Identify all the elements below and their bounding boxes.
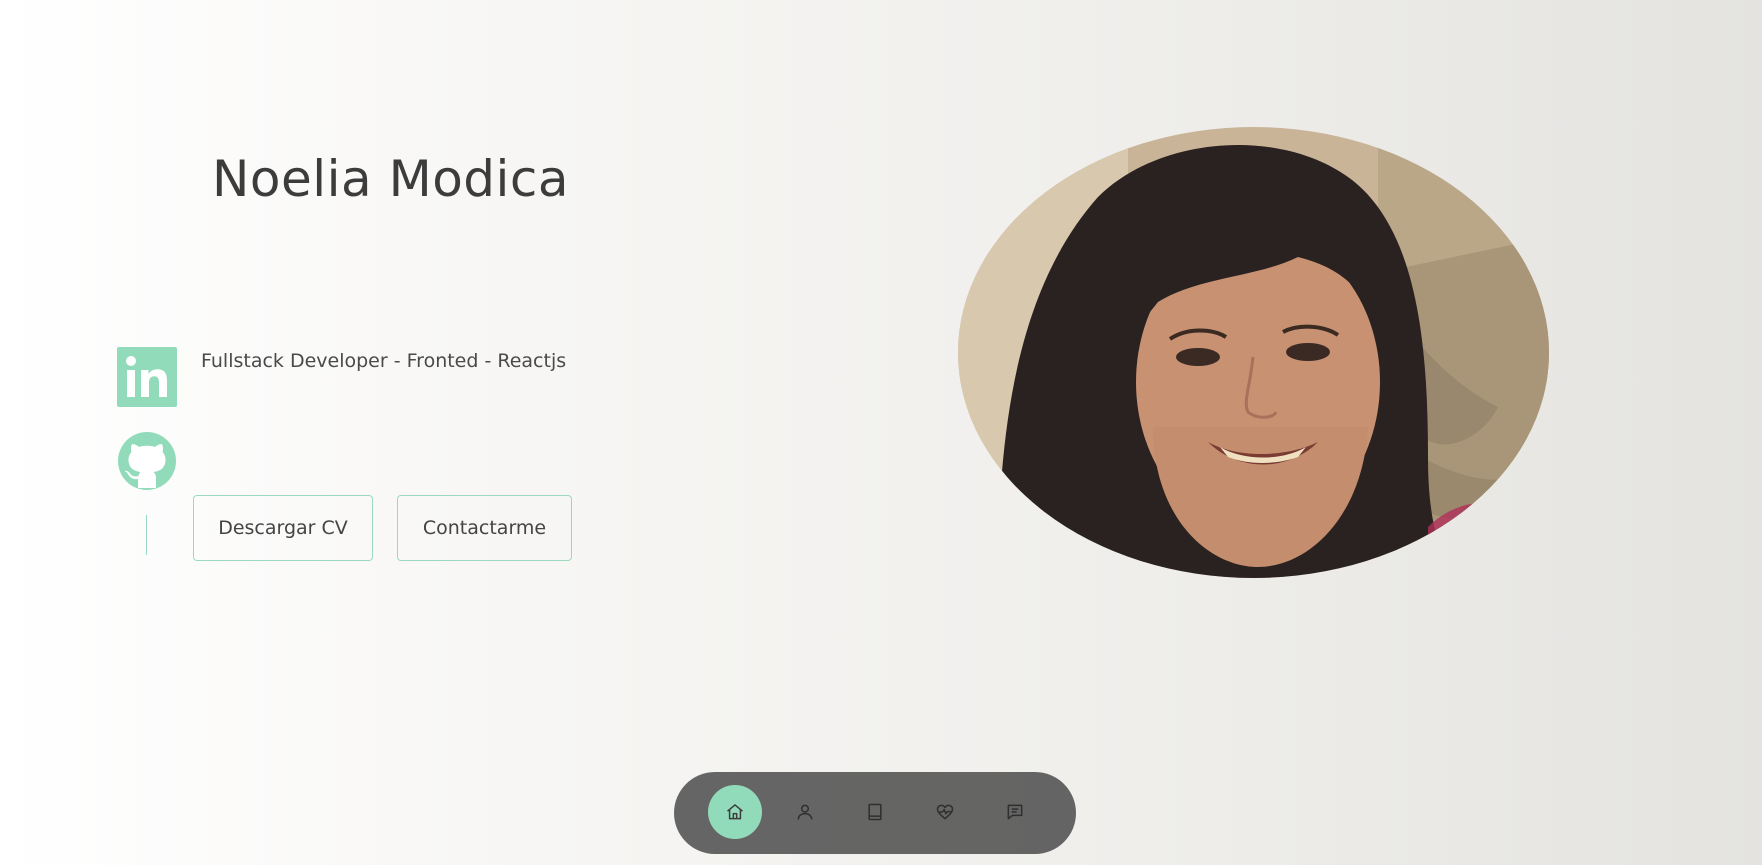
social-divider-line <box>146 515 147 555</box>
nav-about[interactable] <box>778 785 832 839</box>
heart-pulse-icon <box>936 804 954 820</box>
contact-button[interactable]: Contactarme <box>397 495 572 561</box>
nav-contact[interactable] <box>988 785 1042 839</box>
role-subtitle: Fullstack Developer - Fronted - Reactjs <box>201 350 567 372</box>
page-title: Noelia Modica <box>212 150 570 208</box>
bottom-nav <box>674 772 1076 854</box>
linkedin-link[interactable] <box>117 347 177 407</box>
social-links <box>117 347 177 555</box>
download-cv-button[interactable]: Descargar CV <box>193 495 373 561</box>
user-icon <box>797 804 813 820</box>
book-icon <box>868 803 882 821</box>
nav-home[interactable] <box>708 785 762 839</box>
profile-photo <box>958 127 1549 578</box>
nav-services[interactable] <box>918 785 972 839</box>
github-icon <box>118 432 176 490</box>
linkedin-icon <box>117 347 177 407</box>
home-icon <box>727 804 743 820</box>
github-link[interactable] <box>117 431 177 491</box>
message-icon <box>1007 804 1023 820</box>
nav-experience[interactable] <box>848 785 902 839</box>
